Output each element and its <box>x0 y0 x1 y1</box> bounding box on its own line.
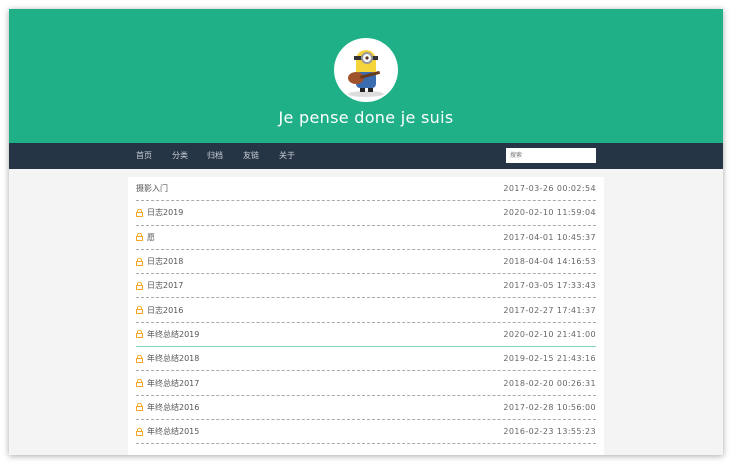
lock-icon <box>136 354 143 363</box>
post-date: 2017-02-27 17:41:37 <box>503 305 596 315</box>
post-row[interactable]: 日志2016 2017-02-27 17:41:37 <box>136 298 596 323</box>
lock-icon <box>136 403 143 412</box>
post-date: 2020-02-10 21:41:00 <box>503 329 596 339</box>
search-input[interactable] <box>506 148 596 163</box>
post-title-group: 年终总结2019 <box>136 329 199 340</box>
post-row[interactable]: 年终总结2016 2017-02-28 10:56:00 <box>136 396 596 420</box>
browser-window: Je pense done je suis 首页 分类 归档 友链 关于 摄影入… <box>9 9 723 455</box>
post-title[interactable]: 年终总结2015 <box>147 426 199 437</box>
post-date: 2016-02-23 13:55:23 <box>503 427 596 437</box>
nav-home[interactable]: 首页 <box>136 150 152 161</box>
post-title-group: 年终总结2018 <box>136 353 199 364</box>
nav-categories[interactable]: 分类 <box>172 150 188 161</box>
post-date: 2017-02-28 10:56:00 <box>503 402 596 412</box>
post-title-group: 年终总结2017 <box>136 378 199 389</box>
post-row[interactable]: 年终总结2017 2018-02-20 00:26:31 <box>136 371 596 396</box>
post-row[interactable]: 年终总结2019 2020-02-10 21:41:00 <box>136 323 596 348</box>
post-row[interactable]: 日志2018 2018-04-04 14:16:53 <box>136 250 596 275</box>
lock-icon <box>136 306 143 315</box>
post-title-group: 愿 <box>136 232 155 243</box>
nav-about[interactable]: 关于 <box>279 150 295 161</box>
post-title[interactable]: 日志2017 <box>147 280 183 291</box>
post-title-group: 摄影入门 <box>136 183 168 194</box>
lock-icon <box>136 427 143 436</box>
lock-icon <box>136 379 143 388</box>
post-title[interactable]: 日志2019 <box>147 207 183 218</box>
post-date: 2017-04-01 10:45:37 <box>503 232 596 242</box>
post-title[interactable]: 年终总结2018 <box>147 353 199 364</box>
post-title-group: 日志2019 <box>136 207 183 218</box>
post-row[interactable]: 愿 2017-04-01 10:45:37 <box>136 226 596 250</box>
post-date: 2019-02-15 21:43:16 <box>503 354 596 364</box>
post-date: 2017-03-05 17:33:43 <box>503 281 596 291</box>
post-row[interactable]: 日志2017 2017-03-05 17:33:43 <box>136 274 596 299</box>
post-title[interactable]: 愿 <box>147 232 155 243</box>
post-row[interactable]: 摄影入门 2017-03-26 00:02:54 <box>136 177 596 202</box>
nav-links[interactable]: 友链 <box>243 150 259 161</box>
post-date: 2017-03-26 00:02:54 <box>503 184 596 194</box>
lock-icon <box>136 330 143 339</box>
post-title[interactable]: 日志2018 <box>147 256 183 267</box>
post-date: 2020-02-10 11:59:04 <box>503 208 596 218</box>
lock-icon <box>136 208 143 217</box>
site-title: Je pense done je suis <box>278 108 454 127</box>
nav-archive[interactable]: 归档 <box>207 150 223 161</box>
avatar[interactable] <box>334 38 398 102</box>
post-title-group: 年终总结2016 <box>136 402 199 413</box>
post-title[interactable]: 年终总结2016 <box>147 402 199 413</box>
post-list: 摄影入门 2017-03-26 00:02:54 日志2019 2020-02-10 … <box>128 177 604 455</box>
post-row[interactable]: 年终总结2015 2016-02-23 13:55:23 <box>136 420 596 445</box>
post-title-group: 日志2016 <box>136 305 183 316</box>
lock-icon <box>136 257 143 266</box>
post-title[interactable]: 年终总结2019 <box>147 329 199 340</box>
lock-icon <box>136 233 143 242</box>
post-title-group: 年终总结2015 <box>136 426 199 437</box>
site-header: Je pense done je suis <box>9 9 723 143</box>
post-date: 2018-02-20 00:26:31 <box>503 378 596 388</box>
post-title[interactable]: 年终总结2017 <box>147 378 199 389</box>
post-row[interactable]: 日志2019 2020-02-10 11:59:04 <box>136 201 596 226</box>
nav-bar: 首页 分类 归档 友链 关于 <box>9 143 723 169</box>
post-title[interactable]: 日志2016 <box>147 305 183 316</box>
post-row[interactable]: 年终总结2018 2019-02-15 21:43:16 <box>136 347 596 372</box>
post-title-group: 日志2018 <box>136 256 183 267</box>
post-date: 2018-04-04 14:16:53 <box>503 257 596 267</box>
lock-icon <box>136 281 143 290</box>
post-title-group: 日志2017 <box>136 280 183 291</box>
post-title[interactable]: 摄影入门 <box>136 183 168 194</box>
